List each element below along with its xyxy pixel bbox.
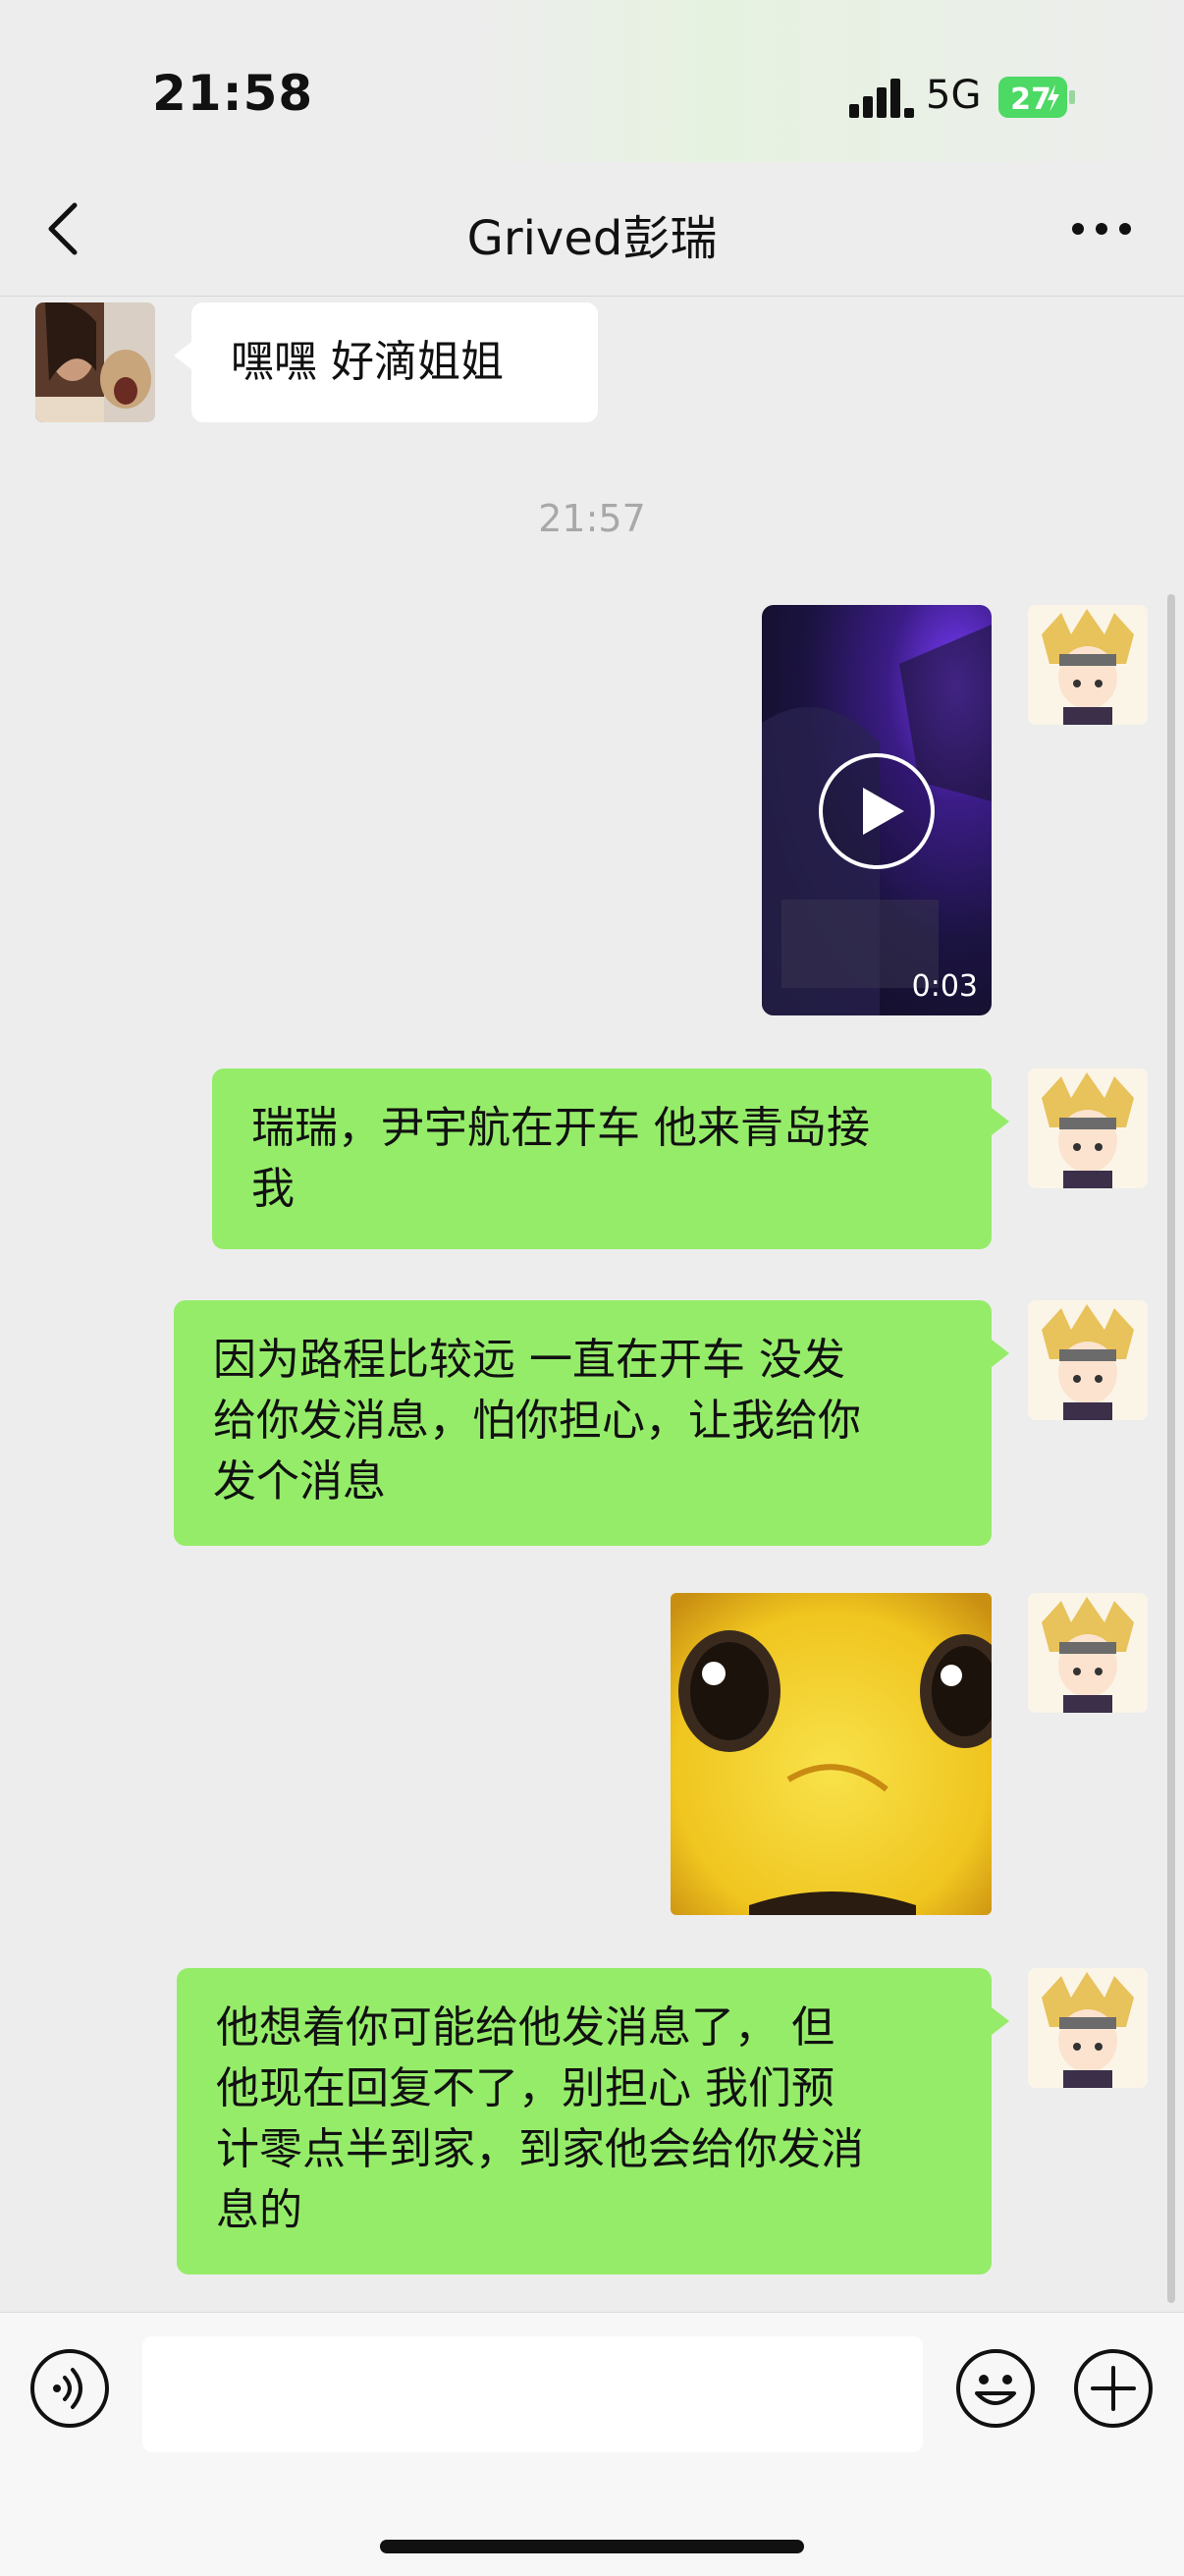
video-message[interactable]: 0:03 (762, 605, 992, 1015)
message-list[interactable]: 嘿嘿 好滴姐姐 21:57 0:03 瑞瑞，尹宇航在开车 他来青岛接 我 因为路… (0, 297, 1184, 2312)
message-line: 给你发消息，怕你担心，让我给你 (213, 1396, 861, 1446)
my-avatar[interactable] (1028, 1300, 1148, 1420)
scrollbar[interactable] (1167, 594, 1175, 2303)
message-line: 我 (251, 1164, 295, 1214)
my-avatar[interactable] (1028, 1593, 1148, 1713)
message-line: 发个消息 (213, 1456, 386, 1507)
network-type: 5G (926, 73, 982, 118)
more-icon[interactable] (1070, 219, 1133, 239)
message-bubble-incoming[interactable]: 嘿嘿 好滴姐姐 (174, 302, 598, 422)
signal-icon (849, 79, 914, 118)
message-timestamp: 21:57 (538, 497, 646, 540)
my-avatar[interactable] (1028, 605, 1148, 725)
message-bubble-outgoing[interactable]: 因为路程比较远 一直在开车 没发 给你发消息，怕你担心，让我给你 发个消息 (174, 1300, 1009, 1546)
my-avatar[interactable] (1028, 1069, 1148, 1188)
battery-level: 27 (1010, 82, 1051, 117)
my-avatar[interactable] (1028, 1968, 1148, 2088)
play-icon[interactable] (818, 752, 936, 870)
chat-title: Grived彭瑞 (466, 211, 718, 266)
message-bubble-outgoing[interactable]: 他想着你可能给他发消息了， 但 他现在回复不了，别担心 我们预 计零点半到家，到… (177, 1968, 1009, 2275)
message-line: 他现在回复不了，别担心 我们预 (216, 2063, 834, 2113)
home-indicator[interactable] (380, 2540, 804, 2553)
message-text: 嘿嘿 好滴姐姐 (231, 337, 504, 387)
message-line: 计零点半到家，到家他会给你发消 (216, 2124, 864, 2174)
input-bar (0, 2312, 1184, 2576)
status-time: 21:58 (152, 65, 314, 122)
sticker-message[interactable] (671, 1593, 992, 1915)
chat-header: Grived彭瑞 (0, 162, 1184, 297)
message-line: 因为路程比较远 一直在开车 没发 (213, 1335, 845, 1385)
message-line: 瑞瑞，尹宇航在开车 他来青岛接 (251, 1103, 870, 1153)
message-input[interactable] (142, 2336, 923, 2452)
message-line: 他想着你可能给他发消息了， 但 (216, 2002, 834, 2053)
status-bar: 21:58 5G 27 (0, 0, 1184, 162)
plus-icon[interactable] (1073, 2348, 1154, 2429)
voice-icon[interactable] (29, 2348, 110, 2429)
message-line: 息的 (216, 2185, 302, 2235)
battery-icon: 27 (998, 77, 1075, 118)
video-duration: 0:03 (911, 969, 978, 1004)
contact-avatar[interactable] (35, 302, 155, 422)
emoji-icon[interactable] (955, 2348, 1036, 2429)
message-bubble-outgoing[interactable]: 瑞瑞，尹宇航在开车 他来青岛接 我 (212, 1069, 1009, 1249)
